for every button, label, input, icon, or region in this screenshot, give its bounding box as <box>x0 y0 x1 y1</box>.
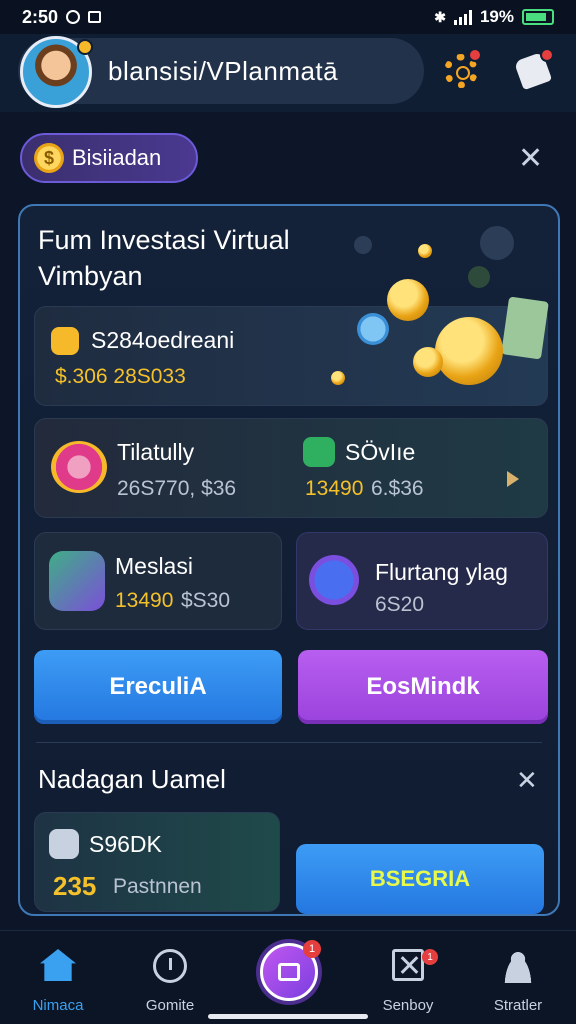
notifications-button[interactable] <box>508 46 558 96</box>
shield-icon <box>49 551 105 611</box>
close-icon[interactable]: ✕ <box>518 144 543 174</box>
stat-right-value: 13490 <box>305 477 364 500</box>
home-indicator <box>208 1014 368 1019</box>
meslasi-card[interactable]: Meslasi 13490 $S30 <box>34 532 282 630</box>
app-header: blansisi/VPlanmatā <box>0 34 576 112</box>
gold-coin-icon <box>435 317 503 385</box>
notifications-badge <box>540 48 554 62</box>
battery-icon <box>522 9 554 25</box>
gold-coin-icon <box>387 279 429 321</box>
box-icon <box>392 949 424 981</box>
chart-up-icon <box>309 555 359 605</box>
profile-name: blansisi/VPlanmatā <box>108 55 339 86</box>
robot-icon <box>49 829 79 859</box>
s96dk-label: S96DK <box>89 831 162 857</box>
stat-right-subvalue: 6.$36 <box>371 477 424 500</box>
stat-left-label: Tilatully <box>117 439 195 465</box>
battery-percent: 19% <box>479 7 514 26</box>
notification-icon <box>66 10 81 24</box>
blue-coin-icon <box>357 313 389 345</box>
status-time: 2:50 <box>22 6 59 27</box>
nav-label: Stratler <box>493 997 543 1014</box>
close-icon[interactable]: ✕ <box>516 767 538 793</box>
decor-bubble <box>480 226 514 260</box>
center-action-button[interactable]: 1 <box>260 940 321 1001</box>
home-icon <box>40 949 76 981</box>
decor-coin <box>418 244 432 258</box>
nav-label: Nimaca <box>32 997 84 1014</box>
meslasi-subvalue: $S30 <box>181 589 231 612</box>
balance-value: $.306 28S033 <box>55 365 186 388</box>
investment-panel: Fum Investasi Virtual Vimbyan S284oedrea… <box>18 204 560 916</box>
s96dk-subvalue: Pastnnen <box>113 875 202 898</box>
nav-label: Senboy <box>382 997 434 1014</box>
clock-icon <box>153 949 187 983</box>
stat-right-label: SÖvIıe <box>345 439 416 465</box>
section-title: Nadagan Uamel <box>38 764 226 794</box>
balance-card[interactable]: S284oedreani $.306 28S033 <box>34 279 549 406</box>
bottom-nav: Nimaca Gomite 1 1 Senboy Stratler <box>0 930 576 1024</box>
avatar-badge <box>77 39 93 55</box>
wallet-icon <box>51 327 79 355</box>
heart-icon <box>51 441 107 493</box>
panel-title: Fum Investasi Virtual Vimbyan <box>38 225 290 291</box>
banknote-icon <box>501 296 549 360</box>
recycle-icon <box>303 437 335 467</box>
section-divider <box>36 742 542 743</box>
meslasi-label: Meslasi <box>115 553 193 579</box>
flurtang-value: 6S20 <box>375 593 425 616</box>
signal-icon <box>453 9 472 25</box>
image-notification-icon <box>88 11 102 23</box>
decor-bubble <box>468 266 490 288</box>
bsegria-button[interactable]: BSEGRIA <box>296 844 544 914</box>
edit-icon <box>278 963 300 981</box>
user-icon <box>501 949 535 983</box>
flurtang-card[interactable]: Flurtang ylag 6S20 <box>296 532 548 630</box>
chevron-right-icon[interactable] <box>507 471 519 487</box>
bluetooth-icon: ✱ <box>434 8 446 25</box>
settings-badge <box>468 48 482 62</box>
stats-card[interactable]: Tilatully 26S770, $36 SÖvIıe 13490 6.$36 <box>34 418 548 518</box>
gold-coin-icon <box>331 371 345 385</box>
balance-chip[interactable]: $ Bisiiadan <box>20 133 198 183</box>
status-bar: 2:50 ✱ 19% <box>0 0 576 34</box>
s96dk-value: 235 <box>53 871 97 901</box>
avatar[interactable] <box>20 36 93 108</box>
coin-icon: $ <box>34 143 64 173</box>
decor-bubble <box>354 236 372 254</box>
chip-label: Bisiiadan <box>72 145 162 170</box>
erecuiia-button[interactable]: EreculiA <box>34 650 282 724</box>
eosmindk-button[interactable]: EosMindk <box>298 650 548 724</box>
balance-label: S284oedreani <box>91 327 235 353</box>
profile-pill[interactable]: blansisi/VPlanmatā <box>18 36 424 108</box>
stat-left-value: 26S770, $36 <box>117 477 237 500</box>
meslasi-value: 13490 <box>115 589 174 612</box>
nav-label: Gomite <box>145 997 195 1014</box>
flurtang-label: Flurtang ylag <box>375 559 508 585</box>
fab-badge: 1 <box>303 940 321 958</box>
nav-badge: 1 <box>422 949 438 965</box>
settings-button[interactable] <box>436 46 486 96</box>
gold-coin-icon <box>413 347 443 377</box>
s96dk-card[interactable]: S96DK 235 Pastnnen <box>34 812 280 912</box>
